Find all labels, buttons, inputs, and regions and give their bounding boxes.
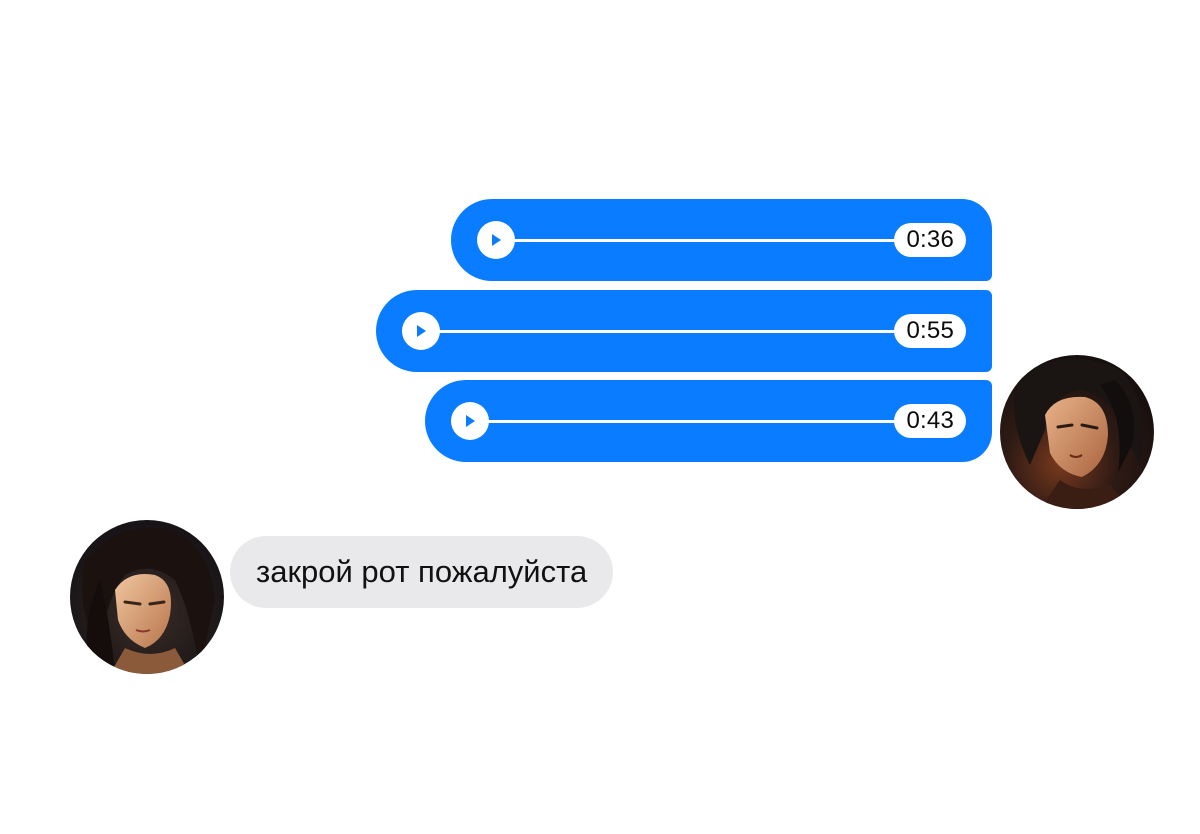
voice-progress-track-2[interactable] [436, 329, 897, 333]
voice-message-3[interactable]: 0:43 [425, 380, 992, 462]
play-button-1[interactable] [477, 221, 515, 259]
incoming-message-bubble[interactable]: закрой рот пожалуйста [230, 536, 614, 608]
voice-message-2[interactable]: 0:55 [376, 290, 992, 372]
incoming-message-text: закрой рот пожалуйста [256, 554, 588, 589]
avatar-portrait-image [1000, 355, 1154, 509]
voice-duration-3: 0:43 [894, 404, 966, 438]
sender-avatar[interactable] [1000, 355, 1154, 509]
recipient-avatar[interactable] [70, 520, 224, 674]
play-icon [492, 234, 501, 246]
voice-progress-track-3[interactable] [485, 419, 897, 423]
play-button-2[interactable] [402, 312, 440, 350]
play-icon [466, 415, 475, 427]
voice-progress-track-1[interactable] [511, 238, 897, 242]
voice-duration-1: 0:36 [894, 223, 966, 257]
avatar-portrait-image [70, 520, 224, 674]
play-icon [417, 325, 426, 337]
play-button-3[interactable] [451, 402, 489, 440]
voice-message-1[interactable]: 0:36 [451, 199, 992, 281]
voice-duration-2: 0:55 [894, 314, 966, 348]
